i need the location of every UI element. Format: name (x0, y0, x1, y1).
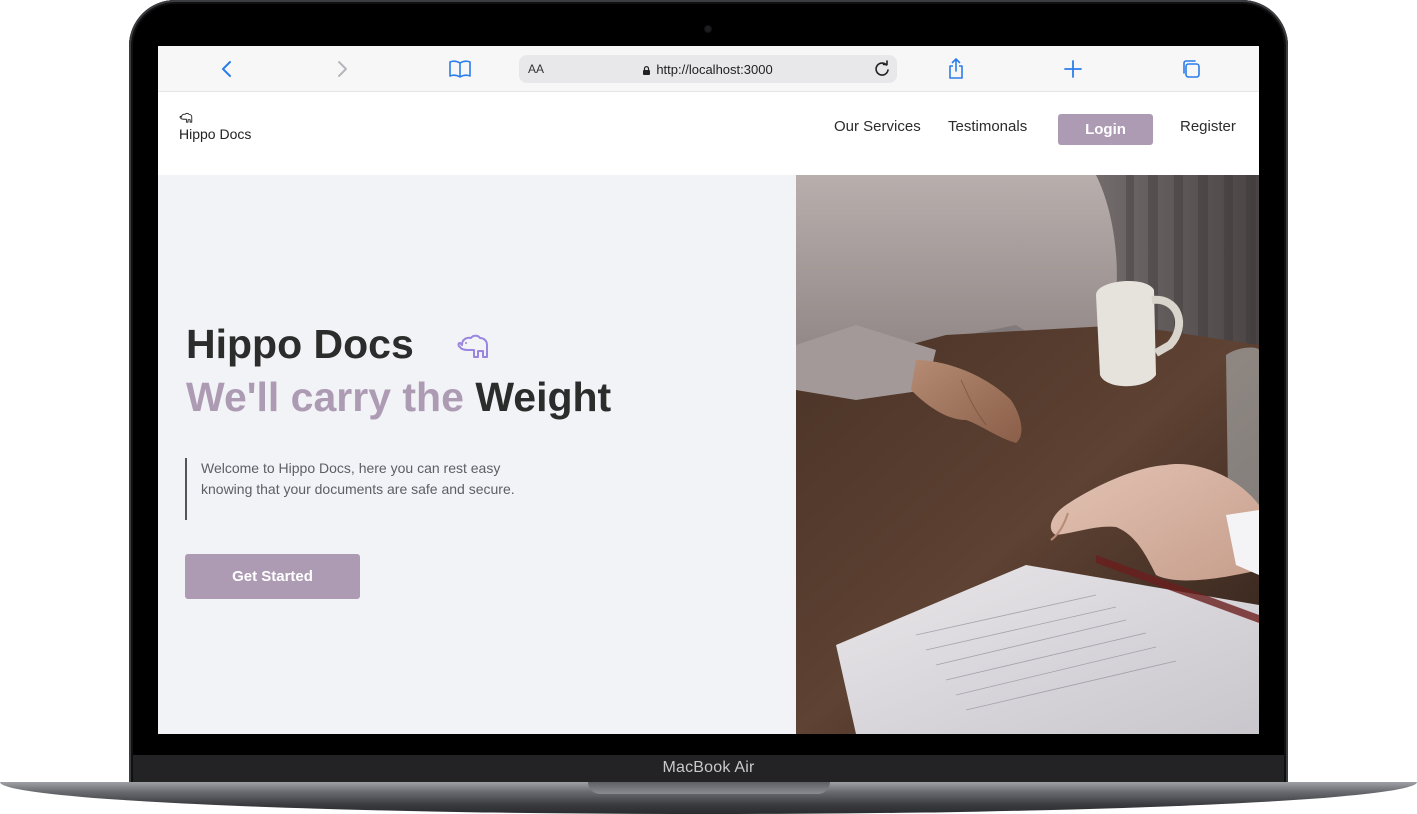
nav-link-testimonials[interactable]: Testimonals (948, 118, 1027, 135)
hero-section: Hippo Docs We'll carry the Weight Welcom… (158, 175, 796, 734)
back-icon[interactable] (214, 57, 238, 81)
macbook-mockup: AA http://localhost:3000 Hippo Docs Our … (0, 0, 1417, 814)
camera (705, 26, 711, 32)
bookmarks-icon[interactable] (448, 57, 472, 81)
url-text: http://localhost:3000 (656, 62, 773, 77)
hero-headline: We'll carry the Weight (186, 372, 611, 422)
brand-name: Hippo Docs (179, 126, 252, 142)
get-started-button[interactable]: Get Started (185, 554, 360, 599)
nav-link-services[interactable]: Our Services (834, 118, 921, 135)
model-label: MacBook Air (662, 759, 755, 776)
lid-notch (588, 782, 830, 794)
share-icon[interactable] (944, 57, 968, 81)
tabs-icon[interactable] (1179, 57, 1203, 81)
screen: AA http://localhost:3000 Hippo Docs Our … (158, 46, 1259, 734)
new-tab-icon[interactable] (1061, 57, 1085, 81)
hero-photo (796, 175, 1259, 734)
brand-logo[interactable]: Hippo Docs (179, 112, 251, 142)
url-display: http://localhost:3000 (519, 62, 897, 77)
lock-icon (643, 66, 651, 75)
hero-description: Welcome to Hippo Docs, here you can rest… (185, 458, 545, 520)
headline-dark: Weight (475, 374, 612, 420)
register-link[interactable]: Register (1180, 118, 1236, 135)
reload-icon[interactable] (873, 60, 891, 78)
headline-accent: We'll carry the (186, 374, 464, 420)
login-button[interactable]: Login (1058, 114, 1153, 145)
hero-title: Hippo Docs (186, 321, 414, 367)
forward-icon[interactable] (331, 57, 355, 81)
hippo-icon (179, 112, 193, 123)
browser-toolbar: AA http://localhost:3000 (158, 46, 1259, 92)
hippo-icon (457, 334, 488, 358)
address-bar[interactable]: AA http://localhost:3000 (519, 55, 897, 83)
